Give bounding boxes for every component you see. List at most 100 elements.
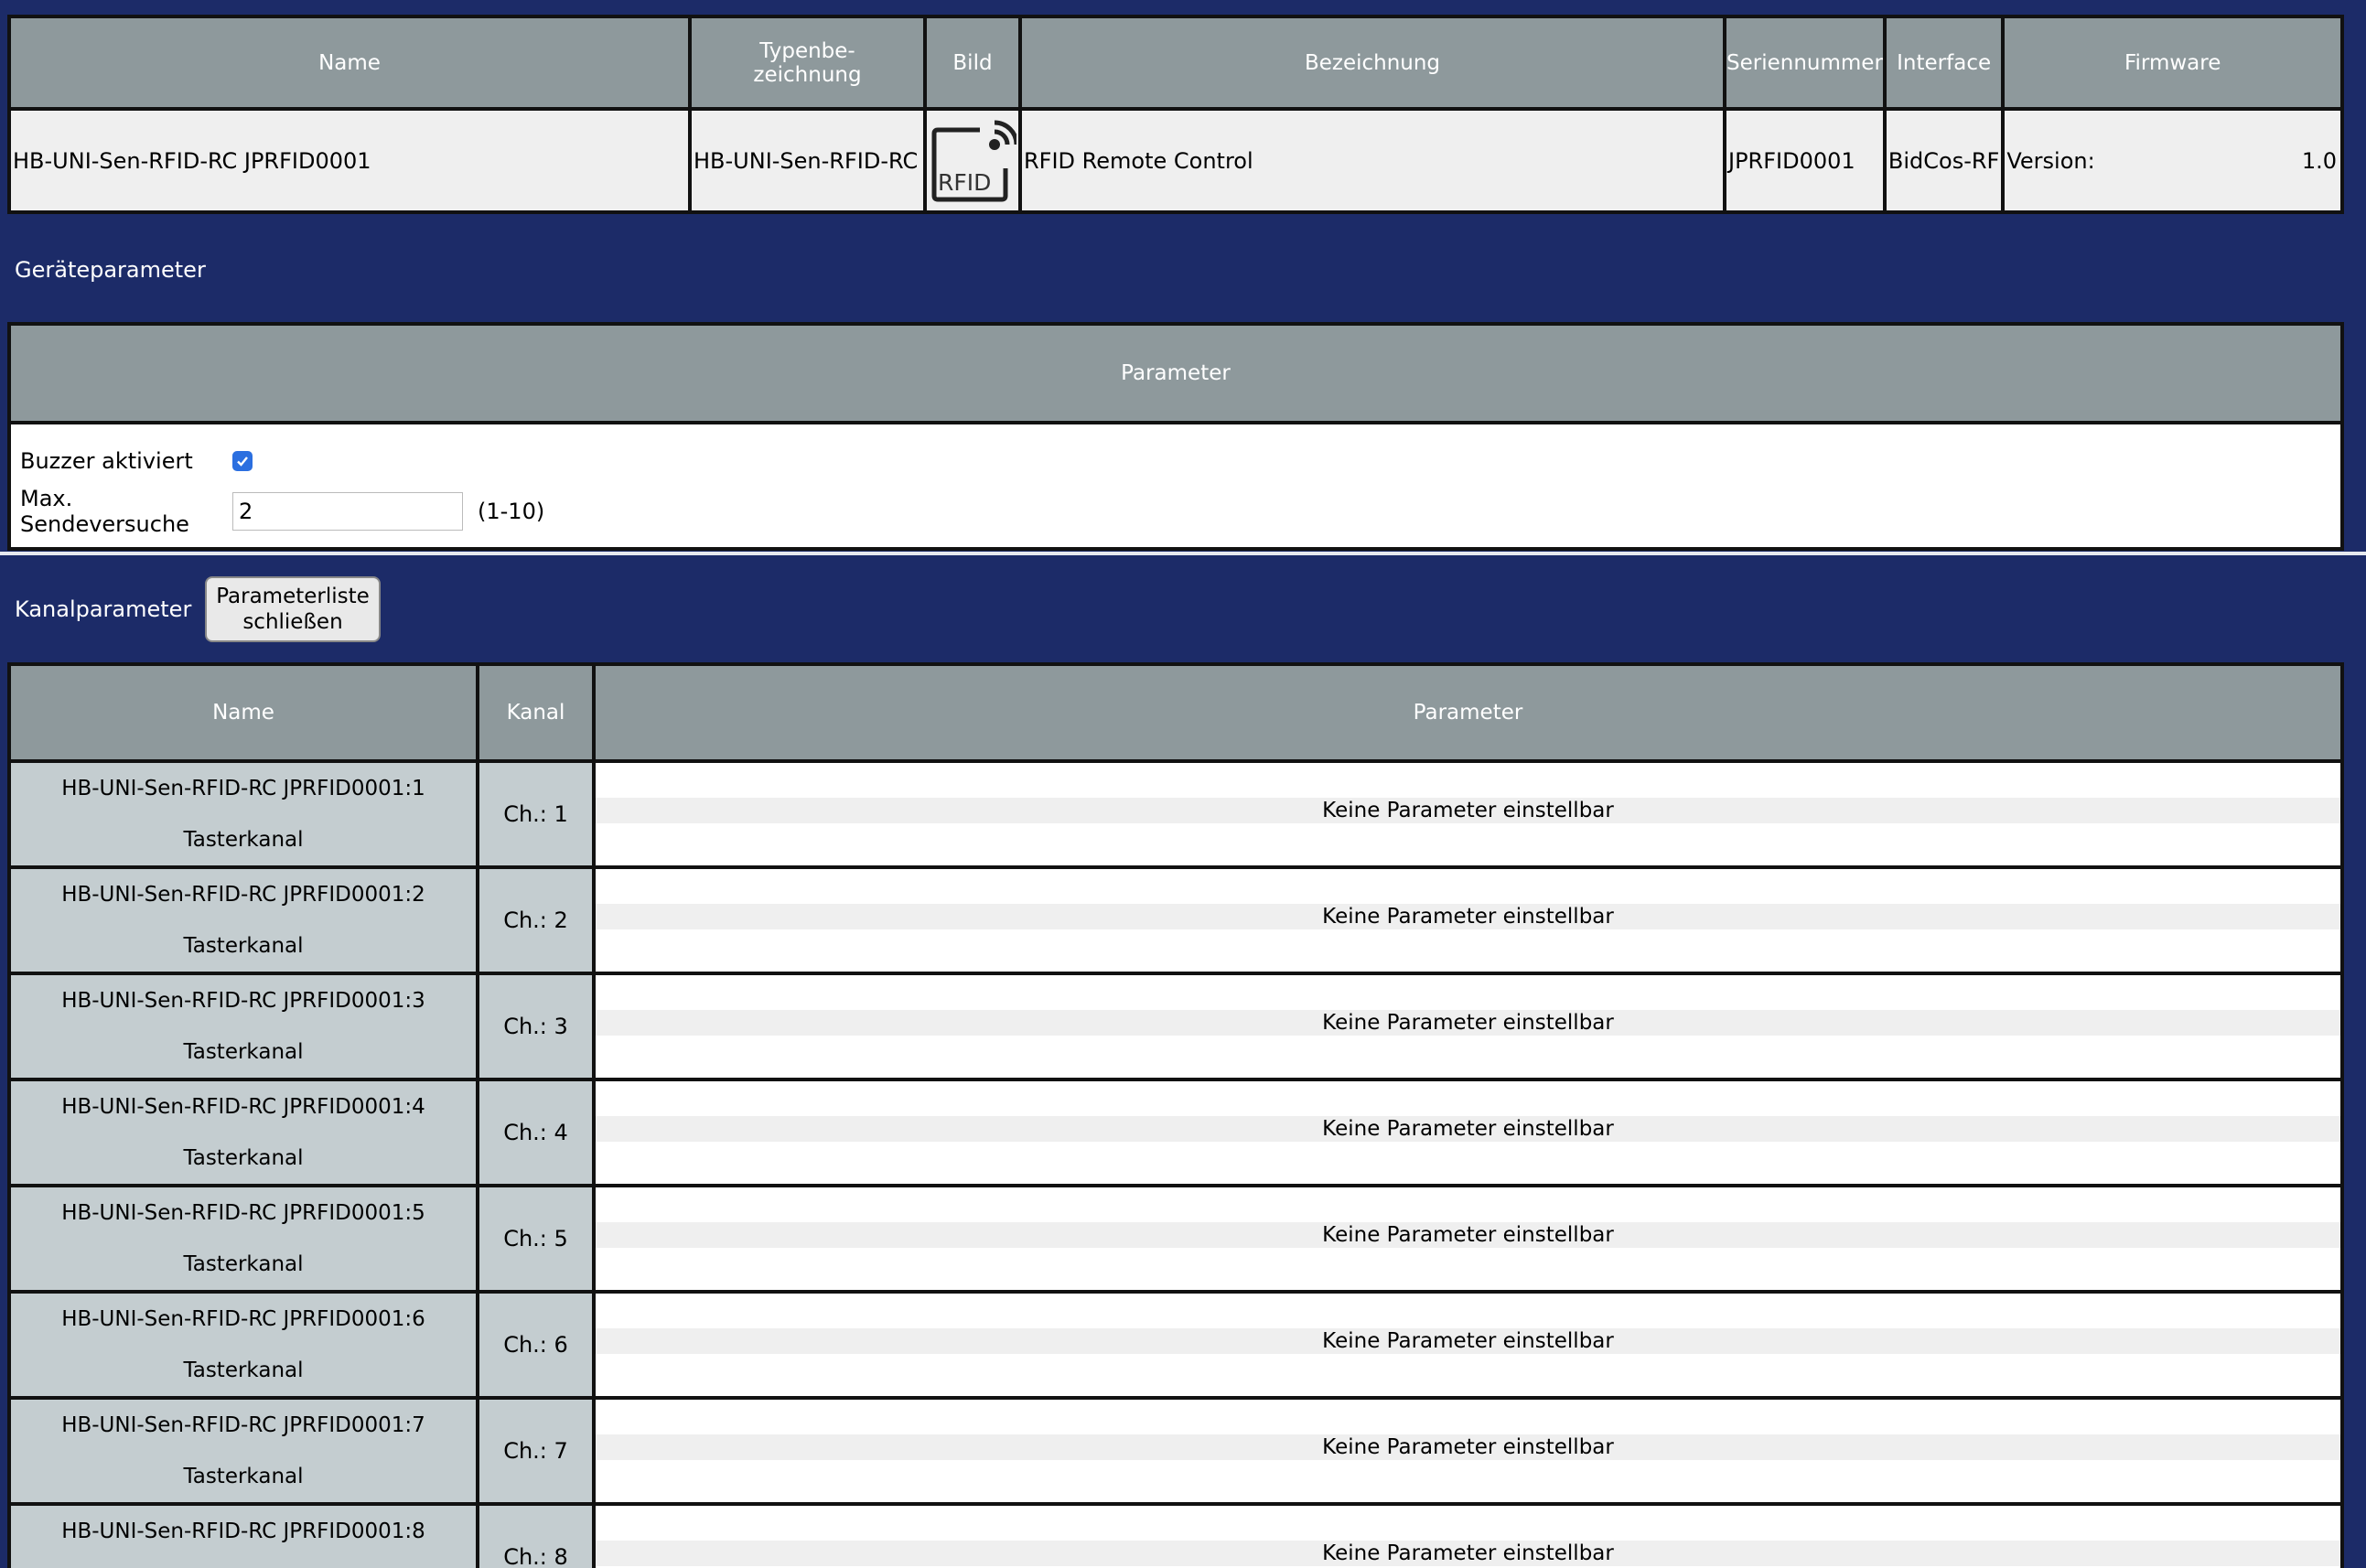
channel-number: Ch.: 4 xyxy=(476,1078,596,1187)
device-table: Name Typenbe- zeichnung Bild Bezeichnung… xyxy=(7,15,2344,214)
channel-header-name: Name xyxy=(7,662,479,763)
channel-type: Tasterkanal xyxy=(183,1465,304,1488)
header-firmware: Firmware xyxy=(2001,15,2344,111)
header-serial: Seriennummer xyxy=(1723,15,1887,111)
channel-name: HB-UNI-Sen-RFID-RC JPRFID0001:1 xyxy=(61,777,425,800)
header-interface: Interface xyxy=(1882,15,2006,111)
channel-type: Tasterkanal xyxy=(11,1557,476,1568)
channel-params-cell: Keine Parameter einstellbar xyxy=(592,759,2344,869)
channel-number: Ch.: 8 xyxy=(476,1502,596,1568)
device-image: RFID xyxy=(923,107,1022,214)
channel-type: Tasterkanal xyxy=(183,828,304,852)
channel-params-text: Keine Parameter einstellbar xyxy=(596,1541,2340,1566)
channel-params-cell: Keine Parameter einstellbar xyxy=(592,865,2344,975)
channel-params-text: Keine Parameter einstellbar xyxy=(596,1434,2340,1460)
channel-name-cell: HB-UNI-Sen-RFID-RC JPRFID0001:4 Tasterka… xyxy=(7,1078,479,1187)
header-type-line2: zeichnung xyxy=(753,62,862,87)
channel-params-label: Kanalparameter xyxy=(15,596,192,622)
device-name: HB-UNI-Sen-RFID-RC JPRFID0001 xyxy=(7,107,692,214)
channel-header-kanal: Kanal xyxy=(476,662,596,763)
channel-type: Tasterkanal xyxy=(183,1146,304,1170)
channel-row: HB-UNI-Sen-RFID-RC JPRFID0001:6 Tasterka… xyxy=(7,1290,2344,1400)
rfid-icon: RFID xyxy=(931,120,1016,201)
header-type: Typenbe- zeichnung xyxy=(688,15,927,111)
check-icon xyxy=(237,456,248,467)
rfid-icon-text: RFID xyxy=(938,169,991,196)
channel-name-cell: HB-UNI-Sen-RFID-RC JPRFID0001:8 Tasterka… xyxy=(7,1502,479,1568)
channel-params-text: Keine Parameter einstellbar xyxy=(596,798,2340,823)
channel-params-cell: Keine Parameter einstellbar xyxy=(592,1078,2344,1187)
channel-row: HB-UNI-Sen-RFID-RC JPRFID0001:3 Tasterka… xyxy=(7,972,2344,1081)
device-interface: BidCos-RF xyxy=(1882,107,2006,214)
channel-name-cell: HB-UNI-Sen-RFID-RC JPRFID0001:3 Tasterka… xyxy=(7,972,479,1081)
header-type-line1: Typenbe- xyxy=(759,38,855,63)
channel-row: HB-UNI-Sen-RFID-RC JPRFID0001:7 Tasterka… xyxy=(7,1396,2344,1506)
channel-name-cell: HB-UNI-Sen-RFID-RC JPRFID0001:7 Tasterka… xyxy=(7,1396,479,1506)
device-firmware: Version: 1.0 xyxy=(2001,107,2344,214)
channel-header-parameter: Parameter xyxy=(592,662,2344,763)
channel-params-text: Keine Parameter einstellbar xyxy=(596,1116,2340,1142)
channel-type: Tasterkanal xyxy=(183,1040,304,1064)
firmware-version: 1.0 xyxy=(2301,147,2337,174)
channel-row: HB-UNI-Sen-RFID-RC JPRFID0001:4 Tasterka… xyxy=(7,1078,2344,1187)
channel-number: Ch.: 5 xyxy=(476,1184,596,1294)
channel-params-text: Keine Parameter einstellbar xyxy=(596,904,2340,929)
max-send-label: Max. Sendeversuche xyxy=(20,485,189,537)
channel-name-cell: HB-UNI-Sen-RFID-RC JPRFID0001:2 Tasterka… xyxy=(7,865,479,975)
channel-row: HB-UNI-Sen-RFID-RC JPRFID0001:5 Tasterka… xyxy=(7,1184,2344,1294)
device-type: HB-UNI-Sen-RFID-RC xyxy=(688,107,927,214)
channel-params-cell: Keine Parameter einstellbar xyxy=(592,972,2344,1081)
firmware-label: Version: xyxy=(2006,147,2095,174)
channel-name-cell: HB-UNI-Sen-RFID-RC JPRFID0001:5 Tasterka… xyxy=(7,1184,479,1294)
device-table-header: Name Typenbe- zeichnung Bild Bezeichnung… xyxy=(7,15,2344,111)
channel-params-text: Keine Parameter einstellbar xyxy=(596,1222,2340,1248)
channel-name-cell: HB-UNI-Sen-RFID-RC JPRFID0001:1 Tasterka… xyxy=(7,759,479,869)
channel-name-cell: HB-UNI-Sen-RFID-RC JPRFID0001:6 Tasterka… xyxy=(7,1290,479,1400)
channel-name: HB-UNI-Sen-RFID-RC JPRFID0001:7 xyxy=(61,1413,425,1437)
channel-params-table: Name Kanal Parameter HB-UNI-Sen-RFID-RC … xyxy=(7,662,2344,1568)
device-params-header: Parameter xyxy=(7,322,2344,424)
device-serial: JPRFID0001 xyxy=(1723,107,1887,214)
channel-number: Ch.: 6 xyxy=(476,1290,596,1400)
device-params-body: Buzzer aktiviert Max. Sendeversuche (1-1… xyxy=(7,421,2344,551)
channel-name: HB-UNI-Sen-RFID-RC JPRFID0001:4 xyxy=(61,1095,425,1119)
channel-type: Tasterkanal xyxy=(183,1252,304,1276)
channel-number: Ch.: 3 xyxy=(476,972,596,1081)
header-description: Bezeichnung xyxy=(1018,15,1726,111)
channel-params-cell: Keine Parameter einstellbar xyxy=(592,1290,2344,1400)
channel-type: Tasterkanal xyxy=(183,1359,304,1382)
max-send-input[interactable] xyxy=(232,491,463,531)
channel-type: Tasterkanal xyxy=(183,934,304,958)
channel-params-cell: Keine Parameter einstellbar xyxy=(592,1396,2344,1506)
channel-params-text: Keine Parameter einstellbar xyxy=(596,1328,2340,1354)
channel-number: Ch.: 2 xyxy=(476,865,596,975)
device-row: HB-UNI-Sen-RFID-RC JPRFID0001 HB-UNI-Sen… xyxy=(7,107,2344,214)
channel-params-cell: Keine Parameter einstellbar xyxy=(592,1184,2344,1294)
channel-row: HB-UNI-Sen-RFID-RC JPRFID0001:8 Tasterka… xyxy=(7,1502,2344,1568)
channel-name: HB-UNI-Sen-RFID-RC JPRFID0001:5 xyxy=(61,1201,425,1225)
channel-params-text: Keine Parameter einstellbar xyxy=(596,1010,2340,1036)
channel-number: Ch.: 7 xyxy=(476,1396,596,1506)
channel-name: HB-UNI-Sen-RFID-RC JPRFID0001:2 xyxy=(61,883,425,907)
device-params-table: Parameter Buzzer aktiviert Max. Sendever… xyxy=(7,322,2344,551)
close-param-list-button[interactable]: Parameterliste schließen xyxy=(205,576,381,642)
header-image: Bild xyxy=(923,15,1022,111)
section-divider xyxy=(0,552,2366,555)
channel-table-header: Name Kanal Parameter xyxy=(7,662,2344,763)
channel-name: HB-UNI-Sen-RFID-RC JPRFID0001:3 xyxy=(61,989,425,1013)
buzzer-row: Buzzer aktiviert xyxy=(20,435,2331,486)
close-button-line1: Parameterliste xyxy=(216,585,370,608)
channel-number: Ch.: 1 xyxy=(476,759,596,869)
channel-row: HB-UNI-Sen-RFID-RC JPRFID0001:1 Tasterka… xyxy=(7,759,2344,869)
header-name: Name xyxy=(7,15,692,111)
channel-row: HB-UNI-Sen-RFID-RC JPRFID0001:2 Tasterka… xyxy=(7,865,2344,975)
max-send-range: (1-10) xyxy=(478,498,545,524)
device-params-label: Geräteparameter xyxy=(15,257,206,283)
max-send-row: Max. Sendeversuche (1-10) xyxy=(20,485,2331,537)
buzzer-label: Buzzer aktiviert xyxy=(20,447,193,474)
channel-params-cell: Keine Parameter einstellbar xyxy=(592,1502,2344,1568)
channel-name: HB-UNI-Sen-RFID-RC JPRFID0001:8 xyxy=(61,1520,425,1543)
close-button-line2: schließen xyxy=(242,610,343,634)
channel-name: HB-UNI-Sen-RFID-RC JPRFID0001:6 xyxy=(61,1307,425,1331)
buzzer-checkbox[interactable] xyxy=(232,450,253,471)
